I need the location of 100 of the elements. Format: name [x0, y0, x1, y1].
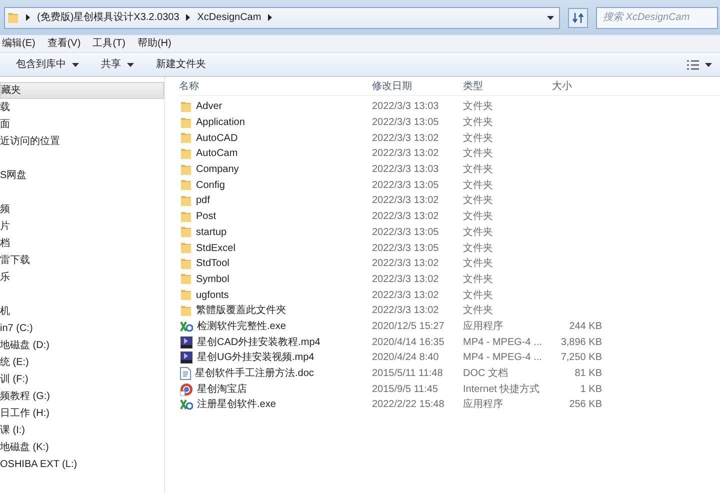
- file-name[interactable]: Config: [196, 178, 225, 193]
- nav-item[interactable]: in7 (C:): [0, 320, 164, 337]
- file-name[interactable]: 星创CAD外挂安装教程.mp4: [197, 334, 320, 350]
- date-cell-text: 2020/4/24 8:40: [372, 351, 440, 366]
- menu-item[interactable]: 工具(T): [92, 36, 126, 51]
- type-cell-text: 文件夹: [463, 146, 494, 162]
- size-cell-text: 244 KB: [569, 320, 602, 334]
- size-cell-text: 3,896 KB: [560, 336, 602, 350]
- date-cell-text: 2022/3/3 13:03: [372, 163, 440, 178]
- type-cell-text: 文件夹: [463, 256, 494, 272]
- folder-icon: [180, 148, 192, 160]
- file-name[interactable]: Adver: [196, 99, 222, 114]
- date-cell-text: 2022/3/3 13:02: [372, 304, 440, 318]
- column-header[interactable]: 大小: [552, 78, 612, 94]
- file-name[interactable]: AutoCam: [196, 146, 238, 162]
- date-cell-text: 2022/3/3 13:02: [372, 210, 440, 224]
- nav-item[interactable]: 地磁盘 (D:): [0, 337, 164, 354]
- nav-item[interactable]: 片: [0, 218, 164, 235]
- nav-item[interactable]: 档: [0, 235, 164, 252]
- nav-item[interactable]: 频教程 (G:): [0, 388, 164, 405]
- type-cell-text: 文件夹: [463, 178, 494, 193]
- date-cell-text: 2022/3/3 13:05: [372, 116, 440, 130]
- chevron-icon: [186, 14, 190, 21]
- type-cell-text: 应用程序: [463, 320, 504, 334]
- nav-item[interactable]: 载: [0, 99, 164, 116]
- file-name[interactable]: 注册星创软件.exe: [197, 397, 276, 412]
- size-cell-text: 81 KB: [574, 367, 602, 382]
- type-cell-text: 文件夹: [463, 162, 494, 178]
- type-cell-text: DOC 文档: [463, 366, 509, 382]
- toolbar-button[interactable]: 包含到库中: [16, 57, 79, 72]
- date-cell-text: 2022/3/3 13:05: [372, 242, 440, 256]
- type-cell-text: 文件夹: [463, 116, 494, 130]
- document-icon: [180, 367, 191, 380]
- nav-item[interactable]: 课 (I:): [0, 422, 164, 439]
- file-name[interactable]: ugfonts: [196, 288, 229, 303]
- type-cell-text: 文件夹: [463, 304, 494, 318]
- column-header[interactable]: 类型: [463, 78, 552, 94]
- breadcrumb-link[interactable]: (免费版)星创模具设计X3.2.0303: [37, 10, 180, 25]
- address-field[interactable]: (免费版)星创模具设计X3.2.0303 XcDesignCam: [4, 6, 560, 28]
- toolbar-button[interactable]: 共享: [101, 57, 134, 72]
- type-cell-text: 应用程序: [463, 398, 504, 412]
- nav-item[interactable]: S网盘: [0, 167, 164, 184]
- nav-item[interactable]: 雷下载: [0, 252, 164, 269]
- nav-item[interactable]: 训 (F:): [0, 371, 164, 388]
- caret-icon: [127, 62, 134, 66]
- menu-item[interactable]: 查看(V): [47, 36, 81, 51]
- folder-icon: [7, 12, 19, 24]
- app-icon: [180, 398, 193, 412]
- size-cell-text: 7,250 KB: [560, 351, 602, 366]
- caret-icon: [72, 62, 79, 66]
- file-name[interactable]: Application: [196, 115, 245, 130]
- file-name[interactable]: 星创软件手工注册方法.doc: [195, 366, 314, 382]
- folder-icon: [180, 304, 192, 317]
- date-cell-text: 2022/3/3 13:02: [372, 147, 440, 162]
- file-name[interactable]: 繁體版覆蓋此文件夾: [196, 303, 286, 318]
- nav-item[interactable]: 地磁盘 (K:): [0, 439, 164, 456]
- nav-item[interactable]: 近访问的位置: [0, 133, 164, 150]
- menu-item[interactable]: 编辑(E): [2, 36, 36, 51]
- file-name[interactable]: Company: [196, 162, 239, 178]
- size-cell-text: 1 KB: [580, 382, 602, 397]
- file-name[interactable]: 检测软件完整性.exe: [197, 318, 286, 334]
- column-header[interactable]: 名称: [179, 78, 372, 94]
- nav-item[interactable]: 面: [0, 116, 164, 133]
- folder-icon: [180, 116, 192, 129]
- type-cell-text: MP4 - MPEG-4 ...: [463, 336, 543, 350]
- file-name[interactable]: StdExcel: [196, 240, 236, 256]
- size-cell-text: 256 KB: [569, 398, 602, 412]
- file-name[interactable]: StdTool: [196, 256, 230, 272]
- nav-item[interactable]: 乐: [0, 269, 164, 286]
- file-name[interactable]: AutoCAD: [196, 130, 238, 146]
- breadcrumb-link[interactable]: XcDesignCam: [197, 10, 262, 25]
- date-cell-text: 2015/9/5 11:45: [372, 382, 439, 397]
- folder-icon: [180, 194, 192, 207]
- nav-item[interactable]: 机: [0, 303, 164, 320]
- file-name[interactable]: pdf: [196, 193, 210, 208]
- app-icon: [180, 320, 193, 333]
- nav-item[interactable]: 藏夹: [0, 82, 164, 99]
- list-view-icon: [687, 60, 699, 70]
- view-options-button[interactable]: [687, 60, 712, 70]
- nav-item[interactable]: 日工作 (H:): [0, 405, 164, 422]
- toolbar-button[interactable]: 新建文件夹: [156, 57, 206, 72]
- file-name[interactable]: Symbol: [196, 272, 230, 287]
- search-field[interactable]: 搜索 XcDesignCam: [596, 6, 718, 28]
- column-header[interactable]: 修改日期: [372, 78, 463, 94]
- date-cell-text: 2022/3/3 13:02: [372, 272, 440, 287]
- nav-item[interactable]: OSHIBA EXT (L:): [0, 456, 164, 473]
- menu-item[interactable]: 帮助(H): [137, 36, 172, 51]
- file-name[interactable]: 星创淘宝店: [197, 382, 247, 397]
- folder-icon: [180, 242, 192, 254]
- file-name[interactable]: startup: [196, 224, 227, 240]
- file-name[interactable]: Post: [196, 209, 216, 224]
- file-name[interactable]: 星创UG外挂安装视频.mp4: [197, 350, 314, 366]
- refresh-button[interactable]: [568, 8, 588, 28]
- date-cell-text: 2020/4/14 16:35: [372, 336, 446, 350]
- nav-item[interactable]: 频: [0, 201, 164, 218]
- date-cell-text: 2022/3/3 13:02: [372, 288, 440, 303]
- date-cell-text: 2022/3/3 13:05: [372, 226, 440, 240]
- date-cell-text: 2015/5/11 11:48: [372, 367, 444, 382]
- nav-item[interactable]: 统 (E:): [0, 354, 164, 371]
- caret-icon: [705, 62, 712, 66]
